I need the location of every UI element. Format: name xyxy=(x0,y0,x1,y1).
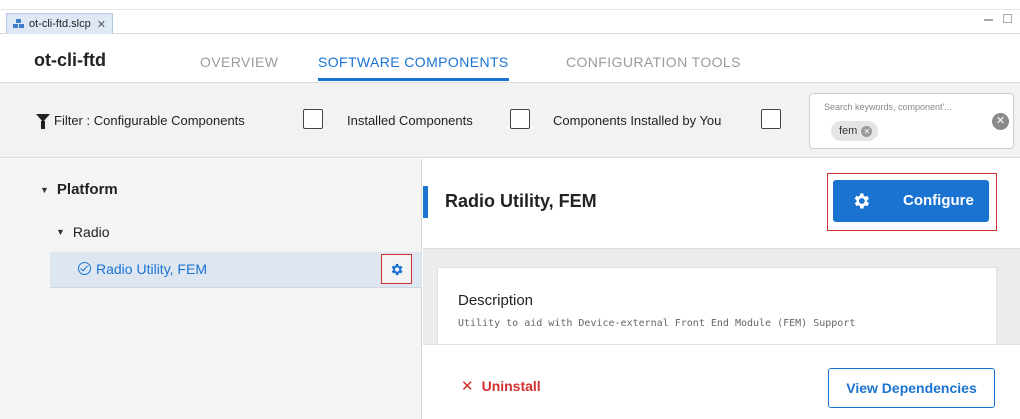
description-heading: Description xyxy=(458,292,534,309)
components-installed-by-you-checkbox[interactable] xyxy=(761,109,781,129)
uninstall-label: Uninstall xyxy=(481,378,541,394)
tree-item-label: Platform xyxy=(56,181,118,198)
close-icon: ✕ xyxy=(461,377,474,395)
description-card: Description Utility to aid with Device-e… xyxy=(437,267,997,347)
installed-components-label: Installed Components xyxy=(347,113,473,128)
tree-item-label: Radio xyxy=(72,224,110,240)
clear-search-icon[interactable]: ✕ xyxy=(992,113,1009,130)
installed-check-icon xyxy=(78,262,91,275)
window-controls xyxy=(984,14,1012,23)
component-detail-panel: Radio Utility, FEM Configure Description… xyxy=(423,159,1020,419)
minimize-icon[interactable] xyxy=(984,19,993,21)
search-chip-label: fem xyxy=(839,125,858,137)
project-header: ot-cli-ftd OVERVIEW SOFTWARE COMPONENTS … xyxy=(0,34,1020,82)
view-dependencies-button[interactable]: View Dependencies xyxy=(828,368,995,408)
component-title: Radio Utility, FEM xyxy=(445,191,597,211)
component-action-bar: ✕ Uninstall View Dependencies xyxy=(423,344,1020,419)
editor-strip-top xyxy=(0,0,1020,10)
filter-label: Filter : Configurable Components xyxy=(54,113,245,128)
configure-label: Configure xyxy=(903,192,974,209)
editor-tab-strip: ot-cli-ftd.slcp ✕ xyxy=(0,0,1020,34)
filter-icon xyxy=(36,114,50,129)
search-placeholder: Search keywords, component'... xyxy=(824,102,952,112)
tree-item-radio-utility-fem[interactable]: Radio Utility, FEM xyxy=(50,252,422,288)
description-text: Utility to aid with Device-external Fron… xyxy=(458,318,856,329)
tab-configuration-tools[interactable]: CONFIGURATION TOOLS xyxy=(566,54,741,70)
caret-down-icon[interactable]: ▼ xyxy=(40,185,49,195)
component-tree: ▼ Platform ▼ Radio Radio Utility, FEM xyxy=(0,159,422,419)
components-installed-by-you-label: Components Installed by You xyxy=(553,113,722,128)
tab-close-icon[interactable]: ✕ xyxy=(97,18,106,31)
editor-tab-ot-cli-ftd[interactable]: ot-cli-ftd.slcp ✕ xyxy=(6,13,113,34)
configure-highlight: Configure xyxy=(827,173,997,231)
configurable-components-checkbox[interactable] xyxy=(303,109,323,129)
tree-item-label: Radio Utility, FEM xyxy=(96,261,207,277)
configure-button[interactable]: Configure xyxy=(833,180,989,222)
editor-tab-label: ot-cli-ftd.slcp xyxy=(29,18,91,30)
title-accent-bar xyxy=(423,186,428,218)
detail-header: Radio Utility, FEM Configure xyxy=(423,159,1020,249)
caret-down-icon[interactable]: ▼ xyxy=(56,227,65,237)
search-input[interactable]: Search keywords, component'... fem ✕ ✕ xyxy=(809,93,1014,149)
configure-gear-button[interactable] xyxy=(381,254,412,284)
search-chip-fem[interactable]: fem ✕ xyxy=(831,121,879,141)
tab-overview[interactable]: OVERVIEW xyxy=(200,54,278,70)
project-file-icon xyxy=(13,19,25,29)
tab-software-components[interactable]: SOFTWARE COMPONENTS xyxy=(318,54,509,81)
filter-bar: Filter : Configurable Components Install… xyxy=(0,82,1020,158)
maximize-icon[interactable] xyxy=(1003,14,1012,23)
tree-item-platform[interactable]: ▼ Platform xyxy=(40,181,118,198)
project-title: ot-cli-ftd xyxy=(34,50,106,70)
chip-remove-icon[interactable]: ✕ xyxy=(861,125,873,137)
gear-icon xyxy=(851,191,871,215)
installed-components-checkbox[interactable] xyxy=(510,109,530,129)
uninstall-button[interactable]: ✕ Uninstall xyxy=(461,378,541,394)
tree-item-radio[interactable]: ▼ Radio xyxy=(56,224,110,240)
gear-icon xyxy=(391,263,403,275)
